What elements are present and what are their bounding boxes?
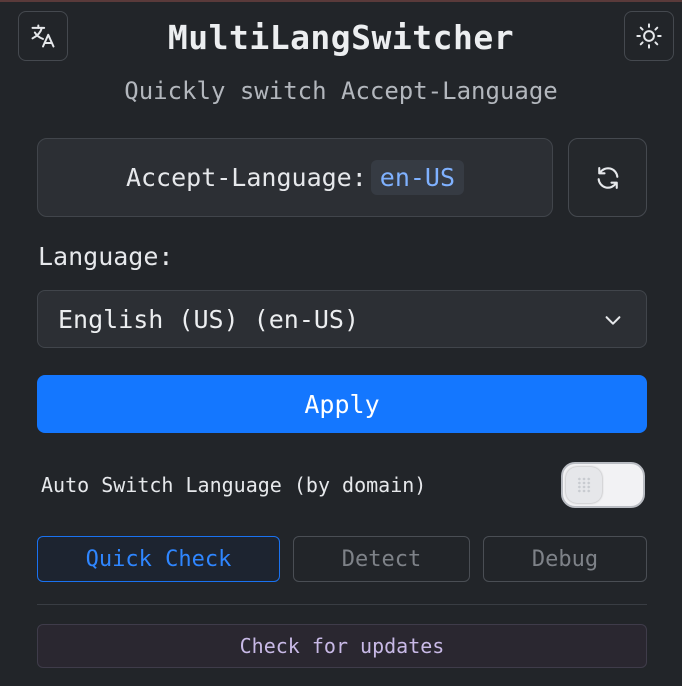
window-top-border (0, 0, 682, 2)
check-updates-button[interactable]: Check for updates (37, 624, 647, 668)
language-label: Language: (38, 242, 174, 271)
language-select-value: English (US) (en-US) (58, 304, 360, 334)
refresh-icon (597, 166, 618, 189)
app-subtitle: Quickly switch Accept-Language (124, 77, 558, 105)
refresh-button[interactable] (568, 138, 647, 217)
apply-button[interactable]: Apply (37, 375, 647, 433)
auto-switch-toggle[interactable] (561, 462, 645, 508)
toggle-knob (566, 467, 602, 503)
divider (37, 604, 647, 605)
grip-dots-icon (577, 477, 591, 493)
quick-check-button[interactable]: Quick Check (37, 536, 280, 582)
detect-button[interactable]: Detect (293, 536, 470, 582)
accept-language-value: en-US (370, 160, 465, 195)
sun-icon (636, 23, 662, 49)
accept-language-label: Accept-Language: (125, 163, 367, 192)
accept-language-status: Accept-Language: en-US (37, 138, 553, 217)
auto-switch-label: Auto Switch Language (by domain) (41, 473, 427, 497)
theme-toggle-button[interactable] (624, 11, 674, 61)
language-select[interactable]: English (US) (en-US) (37, 290, 647, 348)
chevron-down-icon (605, 316, 621, 325)
debug-button[interactable]: Debug (483, 536, 647, 582)
app-title: MultiLangSwitcher (167, 18, 515, 57)
